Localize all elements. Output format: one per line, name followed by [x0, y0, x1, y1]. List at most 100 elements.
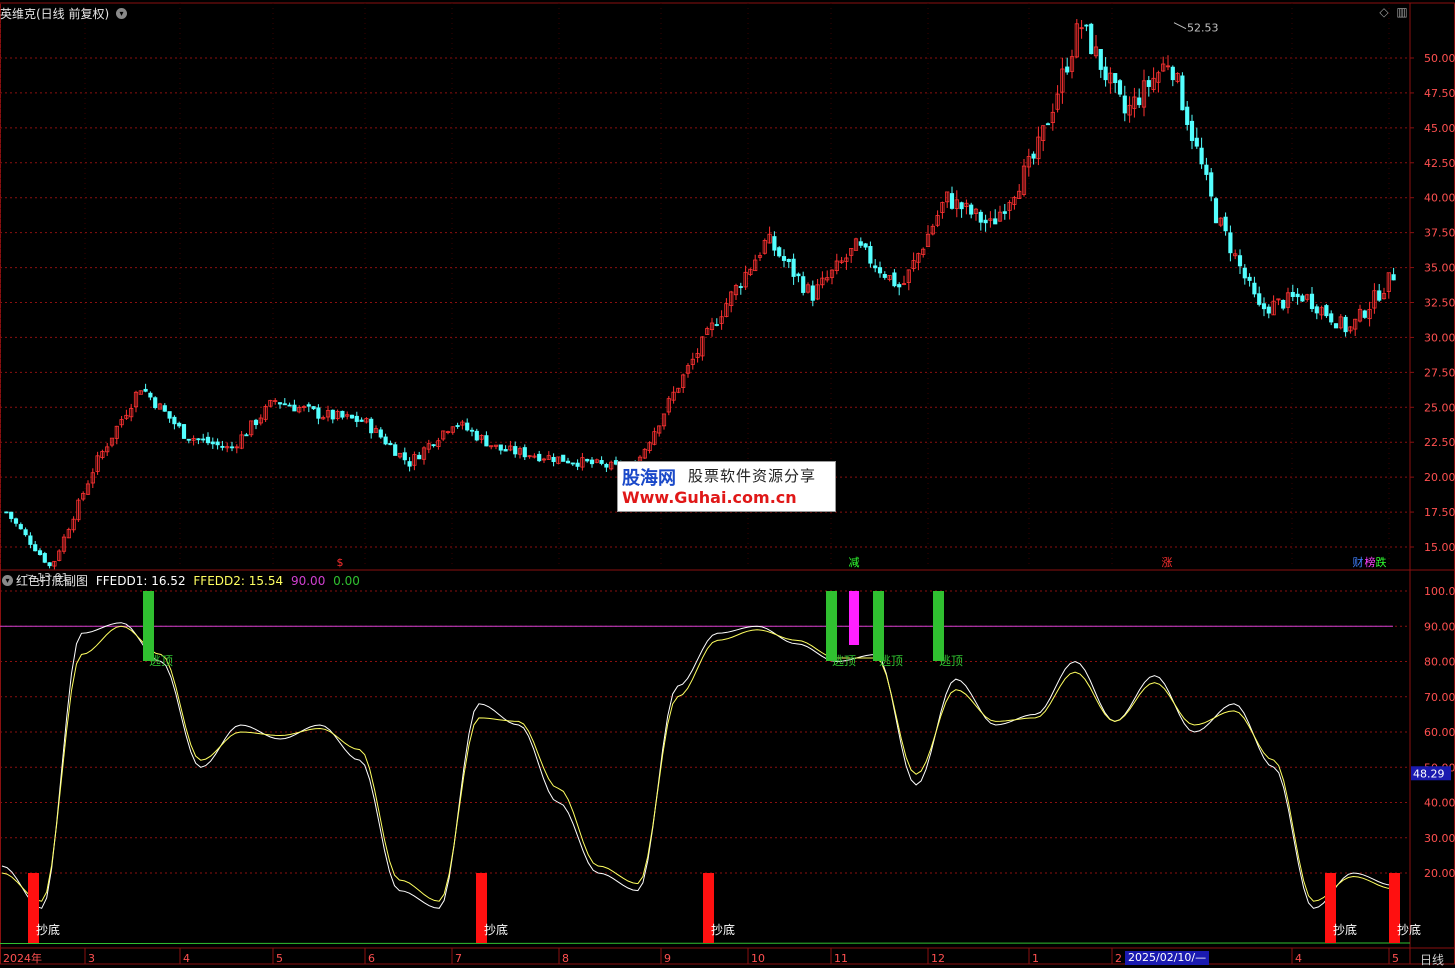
candle-body: [417, 454, 422, 460]
time-axis-label: 8: [562, 952, 569, 965]
top-signal-label: 逃顶: [879, 654, 903, 668]
candle-body: [186, 438, 191, 441]
time-axis-label: 4: [183, 952, 190, 965]
price-axis-label: 22.50: [1424, 436, 1455, 449]
candle-body: [868, 246, 873, 264]
candle-body: [513, 446, 518, 455]
candle-body: [1146, 80, 1151, 87]
candle-body: [714, 324, 719, 326]
top-signal-bar: [873, 591, 884, 661]
candle-body: [1185, 106, 1190, 125]
diamond-icon[interactable]: ◇: [1378, 6, 1390, 18]
period-label[interactable]: 日线: [1420, 951, 1444, 968]
candle-body: [1045, 123, 1051, 126]
candle-body: [561, 454, 566, 462]
ind2-value: 15.54: [248, 574, 284, 588]
candle-body: [210, 441, 215, 445]
time-axis-label: 5: [276, 952, 283, 965]
candle-body: [786, 259, 791, 263]
time-axis-label: 12: [931, 952, 945, 965]
candle-body: [229, 446, 235, 449]
time-axis-label: 6: [368, 952, 375, 965]
candle-body: [892, 272, 897, 287]
candle-body: [369, 418, 374, 434]
candle-body: [201, 438, 206, 441]
candle-body: [873, 265, 878, 269]
candle-body: [810, 285, 815, 301]
top-signal-bar: [143, 591, 154, 661]
magenta-signal-bar: [849, 591, 859, 645]
candle-body: [1324, 305, 1329, 317]
indicator-axis-label: 30.00: [1424, 832, 1455, 845]
candle-body: [1237, 255, 1243, 267]
event-marker: 跌: [1376, 555, 1387, 569]
candle-body: [469, 429, 475, 432]
event-marker: 减: [849, 556, 860, 569]
candle-body: [498, 444, 503, 451]
time-axis-label: 1: [1032, 952, 1039, 965]
candle-body: [28, 535, 33, 545]
candle-body: [1314, 306, 1319, 314]
top-signal-bar: [826, 591, 837, 661]
candle-body: [882, 274, 887, 278]
watermark-url: Www.Guhai.com.cn: [622, 488, 797, 507]
candle-body: [1031, 153, 1036, 159]
date-cursor-badge: 2025/02/10/—: [1125, 951, 1210, 965]
event-marker: $: [337, 556, 344, 569]
candle-body: [292, 404, 297, 412]
candle-body: [1261, 303, 1267, 310]
candle-body: [1213, 198, 1219, 224]
price-axis-label: 50.00: [1424, 52, 1455, 65]
title-dropdown-icon[interactable]: ▾: [116, 8, 127, 19]
watermark-banner: 股海网 股票软件资源分享 Www.Guhai.com.cn: [617, 461, 836, 512]
candle-body: [407, 461, 412, 467]
watermark-logo: 股海网: [622, 468, 676, 489]
candle-body: [1257, 293, 1262, 305]
candle-body: [993, 218, 998, 225]
level-0-line: [0, 942, 1411, 944]
time-axis-label: 2: [1115, 952, 1122, 965]
candle-body: [474, 430, 479, 441]
high-marker-line: [1173, 22, 1187, 30]
candle-body: [393, 444, 398, 456]
candle-body: [1194, 137, 1199, 147]
event-marker: 财: [1353, 555, 1364, 569]
candle-body: [330, 409, 335, 420]
layout-toggle-icon[interactable]: ▥: [1396, 6, 1408, 18]
candle-body: [1098, 48, 1103, 70]
level1-value: 90.00: [290, 574, 326, 588]
candle-body: [316, 407, 321, 419]
candle-body: [1247, 276, 1252, 281]
candle-body: [1362, 310, 1367, 318]
candle-body: [1113, 73, 1118, 84]
candle-body: [1117, 80, 1123, 95]
candle-body: [33, 544, 38, 552]
indicator-axis-label: 90.00: [1424, 620, 1455, 633]
indicator-line-2: [1, 625, 1394, 902]
candle-body: [1084, 24, 1089, 27]
time-axis-label: 9: [664, 952, 671, 965]
candle-body: [378, 429, 383, 438]
price-axis-label: 45.00: [1424, 122, 1455, 135]
candle-body: [177, 422, 182, 427]
candle-body: [340, 410, 345, 418]
candle-body: [565, 460, 571, 464]
candle-body: [772, 236, 777, 251]
candle-body: [1295, 293, 1300, 298]
candle-body: [858, 241, 863, 246]
price-axis-label: 20.00: [1424, 471, 1455, 484]
candle-body: [148, 392, 153, 398]
candle-body: [969, 204, 974, 215]
indicator-dropdown-icon[interactable]: ▾: [2, 575, 13, 586]
candle-body: [801, 276, 806, 293]
candle-body: [589, 459, 595, 465]
candle-body: [1065, 66, 1070, 73]
indicator-axis-label: 100.00: [1424, 585, 1455, 598]
candle-body: [143, 388, 148, 392]
price-axis-label: 17.50: [1424, 506, 1455, 519]
watermark-slogan: 股票软件资源分享: [688, 467, 817, 485]
candle-body: [42, 553, 47, 563]
candle-body: [1343, 316, 1348, 333]
candle-body: [1242, 267, 1247, 279]
candle-body: [1122, 95, 1127, 114]
